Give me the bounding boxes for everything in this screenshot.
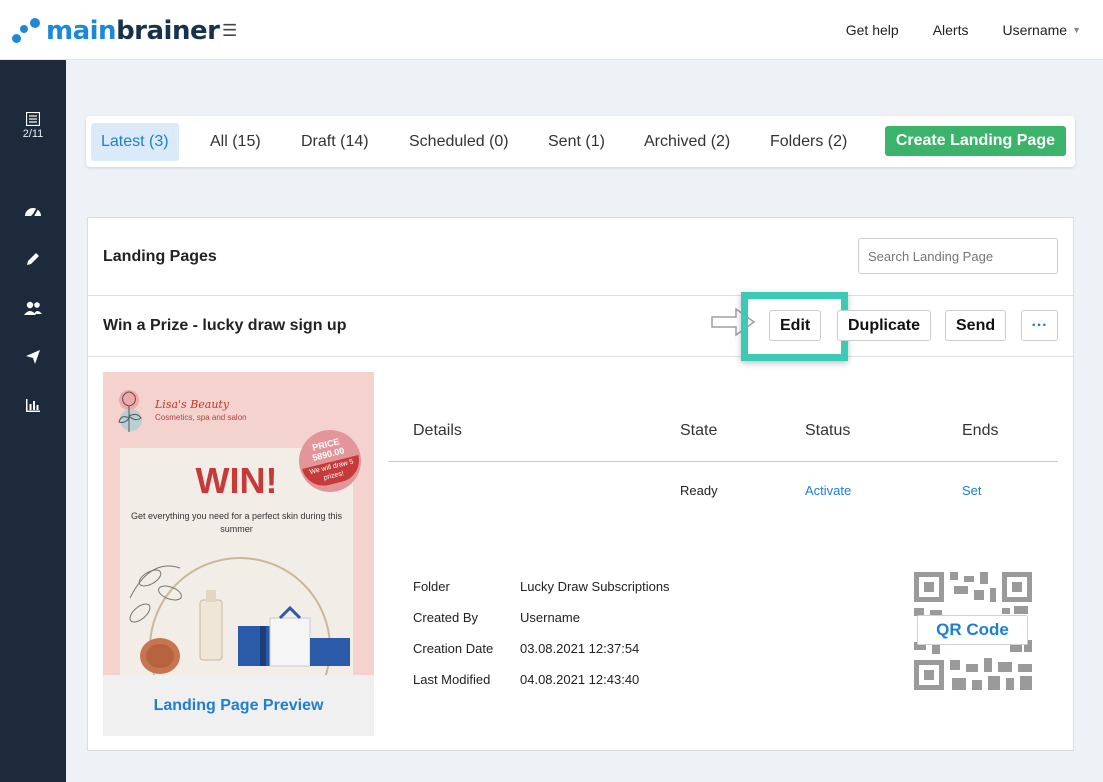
- landing-page-preview[interactable]: Lisa's Beauty Cosmetics, spa and salon W…: [103, 372, 374, 736]
- mainbrainer-logo[interactable]: mainbrainer: [10, 14, 220, 48]
- tab-draft[interactable]: Draft (14): [291, 123, 379, 161]
- meta-label-creation-date: Creation Date: [413, 641, 494, 656]
- meta-value-last-modified: 04.08.2021 12:43:40: [520, 672, 640, 687]
- sidebar: 2/11: [0, 60, 66, 782]
- landing-page-row-header: Win a Prize - lucky draw sign up Edit Du…: [88, 292, 1073, 361]
- username-label: Username: [1002, 22, 1068, 38]
- landing-page-preview-link[interactable]: Landing Page Preview: [103, 675, 374, 736]
- sidebar-count: 2/11: [22, 128, 44, 140]
- pencil-icon: [27, 253, 39, 265]
- list-icon: [26, 112, 40, 126]
- panel-title: Landing Pages: [103, 248, 217, 265]
- users-icon: [24, 301, 42, 315]
- rose-logo-icon: [118, 390, 142, 432]
- sidebar-item-dashboard[interactable]: [0, 203, 66, 219]
- search-input[interactable]: [858, 238, 1058, 274]
- filter-tabs: Latest (3) All (15) Draft (14) Scheduled…: [86, 116, 1075, 167]
- sidebar-item-users[interactable]: [0, 300, 66, 316]
- preview-image: Lisa's Beauty Cosmetics, spa and salon W…: [103, 372, 374, 675]
- meta-value-created-by: Username: [520, 610, 580, 625]
- meta-value-folder: Lucky Draw Subscriptions: [520, 579, 670, 594]
- more-options-button[interactable]: ···: [1021, 310, 1058, 341]
- tab-all[interactable]: All (15): [200, 123, 271, 161]
- preview-products-illustration: [129, 557, 350, 675]
- panel-header: Landing Pages: [88, 218, 1073, 296]
- bar-chart-icon: [26, 399, 40, 412]
- meta-value-creation-date: 03.08.2021 12:37:54: [520, 641, 640, 656]
- sidebar-item-send[interactable]: [0, 349, 66, 365]
- set-end-link[interactable]: Set: [962, 483, 982, 498]
- send-button[interactable]: Send: [945, 310, 1007, 341]
- tab-folders[interactable]: Folders (2): [760, 123, 857, 161]
- top-bar: mainbrainer ☰ Get help Alerts Username ▼: [0, 0, 1103, 60]
- dashboard-icon: [25, 208, 41, 218]
- state-value: Ready: [680, 483, 718, 498]
- logo-dots-icon: [10, 16, 44, 46]
- logo-text: mainbrainer: [46, 16, 220, 46]
- preview-brand-name: Lisa's Beauty: [155, 398, 230, 411]
- duplicate-button[interactable]: Duplicate: [837, 310, 932, 341]
- price-badge: PRICE 5890.00 We will draw 5 prizes!: [292, 423, 368, 499]
- hamburger-icon[interactable]: ☰: [222, 21, 237, 41]
- create-landing-page-button[interactable]: Create Landing Page: [884, 126, 1066, 156]
- details-header: Details: [413, 422, 462, 439]
- landing-pages-panel: Landing Pages Win a Prize - lucky draw s…: [87, 217, 1074, 751]
- tab-latest[interactable]: Latest (3): [91, 123, 179, 161]
- state-header: State: [680, 422, 718, 439]
- preview-subtext: Get everything you need for a perfect sk…: [130, 511, 343, 534]
- sidebar-item-list[interactable]: 2/11: [0, 112, 66, 140]
- activate-link[interactable]: Activate: [805, 483, 851, 498]
- tab-scheduled[interactable]: Scheduled (0): [399, 123, 519, 161]
- sidebar-item-reports[interactable]: [0, 398, 66, 413]
- alerts-link[interactable]: Alerts: [933, 22, 969, 38]
- preview-brand-tagline: Cosmetics, spa and salon: [155, 413, 247, 422]
- tab-archived[interactable]: Archived (2): [634, 123, 740, 161]
- landing-page-title: Win a Prize - lucky draw sign up: [103, 317, 347, 334]
- get-help-link[interactable]: Get help: [846, 22, 899, 38]
- meta-label-folder: Folder: [413, 579, 450, 594]
- meta-label-created-by: Created By: [413, 610, 479, 625]
- user-menu[interactable]: Username ▼: [1002, 22, 1081, 38]
- qr-code-button[interactable]: QR Code: [917, 615, 1028, 645]
- tab-sent[interactable]: Sent (1): [538, 123, 615, 161]
- caret-down-icon: ▼: [1072, 25, 1081, 35]
- ends-header: Ends: [962, 422, 999, 439]
- status-header: Status: [805, 422, 851, 439]
- sidebar-item-editor[interactable]: [0, 251, 66, 267]
- meta-label-last-modified: Last Modified: [413, 672, 491, 687]
- details-header-row: Details State Status Ends: [388, 422, 1058, 462]
- edit-button[interactable]: Edit: [769, 310, 822, 341]
- paper-plane-icon: [26, 350, 40, 364]
